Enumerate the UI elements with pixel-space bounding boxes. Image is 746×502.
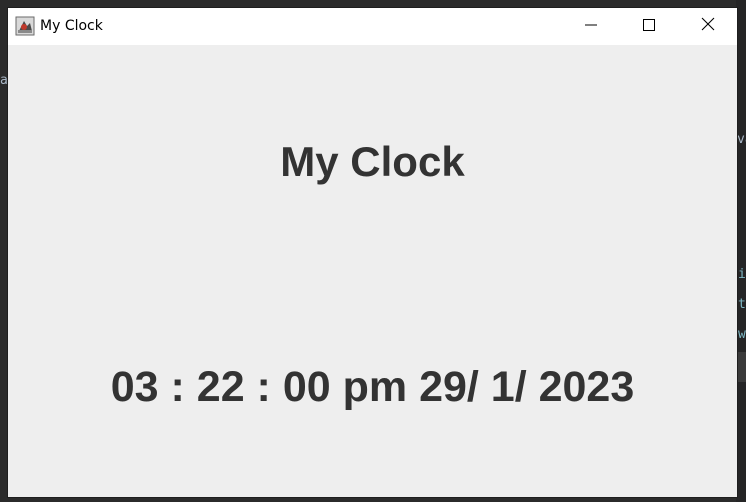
clock-window: My Clock My Clock 03 : 22 : 00 pm 29/ 1/… — [8, 8, 737, 497]
minimize-icon — [585, 18, 597, 36]
background-editor-highlight — [736, 352, 746, 382]
clock-readout: 03 : 22 : 00 pm 29/ 1/ 2023 — [8, 363, 737, 411]
clock-ampm: pm — [342, 363, 408, 411]
close-icon — [701, 17, 715, 36]
background-text-fragment: w — [738, 327, 746, 342]
background-text-fragment: va — [737, 132, 746, 147]
close-button[interactable] — [679, 8, 737, 45]
window-title: My Clock — [40, 18, 103, 34]
background-text-fragment: i — [738, 267, 746, 282]
java-app-icon — [15, 16, 35, 36]
title-bar[interactable]: My Clock — [8, 8, 737, 45]
clock-panel: My Clock 03 : 22 : 00 pm 29/ 1/ 2023 — [8, 45, 737, 497]
clock-date: 29/ 1/ 2023 — [419, 363, 635, 411]
background-text-fragment: t — [738, 297, 746, 312]
clock-heading: My Clock — [280, 138, 465, 185]
maximize-icon — [643, 18, 655, 36]
background-editor-strip — [736, 0, 746, 502]
background-text-fragment: a — [0, 73, 8, 88]
minimize-button[interactable] — [562, 8, 620, 45]
clock-time: 03 : 22 : 00 — [110, 363, 331, 411]
maximize-button[interactable] — [620, 8, 678, 45]
